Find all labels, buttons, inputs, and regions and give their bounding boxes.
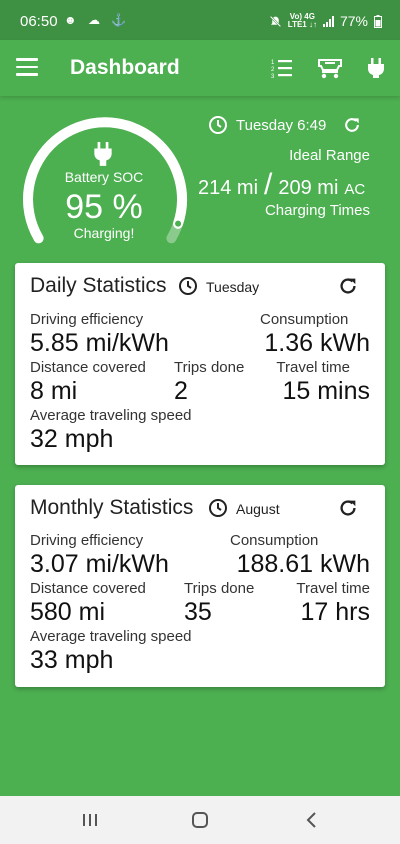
battery-soc-label: Battery SOC [64,169,144,185]
range-display: 214 mi / 209 mi AC [198,168,365,202]
trips-value: 2 [174,377,188,405]
battery-icon [374,14,382,28]
avg-speed-label: Average traveling speed [30,628,192,645]
signal-icon [322,15,334,27]
period-label: Tuesday [206,279,260,295]
svg-text:2: 2 [271,67,275,73]
status-bar: 06:50 ☻ ☁ ⚓ Vo) 4G LTE1 ↓↑ 77% [0,0,400,40]
clock-icon [209,499,227,517]
home-icon[interactable] [190,810,210,830]
travel-time-value: 15 mins [282,377,370,405]
charging-status: Charging! [73,225,135,241]
back-icon[interactable] [302,810,322,830]
refresh-icon[interactable] [337,497,359,519]
app-bar: Dashboard 1 2 3 [0,40,400,96]
monthly-statistics-card: Monthly Statistics August Driving effici… [15,485,385,687]
clock-icon [179,277,197,295]
notification-icons: ☻ ☁ ⚓ [64,13,131,27]
last-updated: Tuesday 6:49 [208,115,362,135]
trips-label: Trips done [184,580,255,597]
charging-times-link[interactable]: Charging Times [265,202,370,219]
distance-value: 580 mi [30,598,106,626]
mute-icon [269,15,281,27]
charging-plug-icon [94,142,112,166]
page-title: Dashboard [70,56,180,79]
menu-icon[interactable] [16,58,38,76]
consumption-value: 188.61 kWh [236,550,370,578]
distance-label: Distance covered [30,580,146,597]
consumption-label: Consumption [260,311,349,328]
refresh-icon[interactable] [342,115,362,135]
travel-time-label: Travel time [276,359,350,376]
range-primary: 214 mi [198,177,259,199]
daily-statistics-card: Daily Statistics Tuesday Driving efficie… [15,263,385,465]
status-time: 06:50 [20,13,58,30]
refresh-icon[interactable] [337,275,359,297]
avg-speed-value: 32 mph [30,425,114,453]
svg-text:1: 1 [271,60,275,66]
avg-speed-label: Average traveling speed [30,407,192,424]
battery-soc-value: 95 % [65,188,143,226]
efficiency-value: 3.07 mi/kWh [30,550,169,578]
efficiency-label: Driving efficiency [30,311,144,328]
distance-label: Distance covered [30,359,146,376]
network-indicator: Vo) 4G LTE1 ↓↑ [288,13,317,29]
network-type-bottom: LTE1 ↓↑ [287,20,317,29]
clock-icon [209,116,227,134]
system-nav-bar [0,796,400,844]
range-mode: AC [344,181,366,198]
svg-text:3: 3 [271,74,275,80]
travel-time-label: Travel time [296,580,370,597]
efficiency-label: Driving efficiency [30,532,144,549]
recent-apps-icon[interactable] [80,810,100,830]
period-label: August [236,501,280,517]
trips-value: 35 [184,598,212,626]
travel-time-value: 17 hrs [300,598,370,626]
distance-value: 8 mi [30,377,78,405]
consumption-value: 1.36 kWh [264,329,370,357]
plug-icon[interactable] [366,56,386,80]
status-right: Vo) 4G LTE1 ↓↑ 77% [269,13,382,29]
card-title: Monthly Statistics [30,496,194,519]
range-separator: / [264,168,273,201]
car-icon[interactable] [316,56,344,80]
trips-label: Trips done [174,359,245,376]
avg-speed-value: 33 mph [30,646,114,674]
range-secondary: 209 mi [278,177,339,199]
list-icon[interactable]: 1 2 3 [270,56,294,80]
ideal-range-label: Ideal Range [289,147,370,164]
card-title: Daily Statistics [30,274,167,297]
efficiency-value: 5.85 mi/kWh [30,329,169,357]
battery-percent: 77% [339,13,368,29]
consumption-label: Consumption [230,532,319,549]
updated-time: Tuesday 6:49 [236,116,327,134]
